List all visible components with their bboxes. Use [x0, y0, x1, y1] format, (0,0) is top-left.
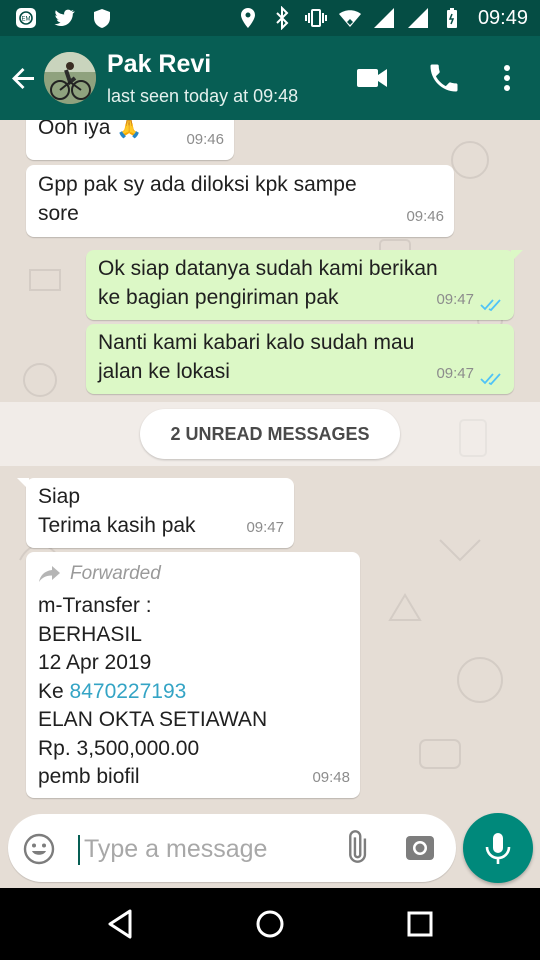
- message-line: ELAN OKTA SETIAWAN: [38, 708, 268, 731]
- nav-back-button[interactable]: [102, 906, 138, 942]
- unread-messages-badge: 2 UNREAD MESSAGES: [140, 409, 400, 459]
- message-line: Rp. 3,500,000.00: [38, 736, 200, 760]
- nav-recents-button[interactable]: [402, 906, 438, 942]
- microphone-icon: [485, 833, 511, 864]
- message-line: Ke 8470227193: [38, 678, 267, 707]
- ke-prefix: Ke: [38, 679, 70, 703]
- location-icon: [236, 6, 260, 30]
- message-time: 09:47: [246, 518, 284, 536]
- battery-icon: [440, 6, 464, 30]
- camera-icon: [406, 836, 434, 860]
- nav-home-button[interactable]: [252, 906, 288, 942]
- phone-number-link[interactable]: 8470227193: [70, 680, 187, 703]
- system-navigation-bar: [0, 888, 540, 960]
- message-time: 09:46: [186, 130, 224, 148]
- triangle-back-icon: [108, 909, 132, 939]
- incoming-message[interactable]: Siap Terima kasih pak 09:47: [17, 478, 294, 548]
- text-cursor: [78, 835, 80, 865]
- vibrate-icon: [304, 6, 328, 30]
- signal-icon: [406, 6, 430, 30]
- paperclip-icon: [349, 830, 367, 863]
- message-input[interactable]: [84, 832, 324, 866]
- forwarded-label: Forwarded: [70, 563, 161, 584]
- read-receipt-icon: [480, 373, 501, 386]
- app-badge-icon: EM: [14, 6, 38, 30]
- status-time: 09:49: [477, 6, 528, 29]
- message-text: Nanti kami kabari kalo sudah mau jalan k…: [98, 331, 415, 383]
- forwarded-indicator: Forwarded: [38, 560, 161, 589]
- voice-message-button[interactable]: [463, 813, 533, 883]
- compose-bar: [0, 810, 540, 888]
- bubble-tail: [511, 250, 523, 262]
- shield-icon: [90, 6, 114, 30]
- attach-button[interactable]: [338, 830, 374, 866]
- incoming-message[interactable]: Gpp pak sy ada diloksi kpk sampe sore 09…: [26, 165, 454, 237]
- emoji-button[interactable]: [22, 832, 56, 866]
- svg-text:EM: EM: [22, 17, 31, 23]
- message-text: Ok siap datanya sudah kami berikan ke ba…: [98, 257, 438, 309]
- forwarded-body: m-Transfer : BERHASIL 12 Apr 2019 Ke 847…: [38, 592, 267, 792]
- message-line: 12 Apr 2019: [38, 651, 152, 674]
- back-button[interactable]: [8, 62, 40, 94]
- square-recents-icon: [407, 911, 433, 937]
- bubble-tail: [17, 478, 29, 490]
- message-line: BERHASIL: [38, 622, 142, 646]
- message-time: 09:46: [406, 207, 444, 225]
- message-time: 09:48: [312, 768, 350, 786]
- camera-button[interactable]: [404, 832, 436, 864]
- status-bar: EM 09:49: [0, 0, 540, 36]
- outgoing-message[interactable]: Nanti kami kabari kalo sudah mau jalan k…: [86, 324, 514, 394]
- voice-call-button[interactable]: [426, 60, 462, 96]
- message-line: pemb biofil: [38, 765, 140, 788]
- read-receipt-icon: [480, 299, 501, 312]
- message-input-box[interactable]: [8, 814, 456, 882]
- video-call-button[interactable]: [354, 60, 390, 96]
- outgoing-message[interactable]: Ok siap datanya sudah kami berikan ke ba…: [86, 250, 523, 320]
- message-text: Siap Terima kasih pak: [38, 485, 196, 537]
- circle-home-icon: [256, 910, 284, 938]
- message-list[interactable]: Ooh iya 🙏 09:46 Gpp pak sy ada diloksi k…: [0, 120, 540, 810]
- chat-header: Pak Revi last seen today at 09:48: [0, 36, 540, 120]
- smiley-icon: [23, 833, 55, 865]
- message-line: m-Transfer :: [38, 594, 152, 617]
- forwarded-message[interactable]: Forwarded m-Transfer : BERHASIL 12 Apr 2…: [26, 552, 360, 798]
- message-text: Ooh iya 🙏: [38, 120, 143, 139]
- message-time: 09:47: [436, 364, 474, 382]
- avatar[interactable]: [44, 52, 96, 104]
- last-seen-status: last seen today at 09:48: [107, 86, 299, 106]
- bluetooth-icon: [270, 5, 294, 31]
- forward-arrow-icon: [39, 566, 60, 583]
- more-options-button[interactable]: [492, 60, 522, 96]
- incoming-message[interactable]: Ooh iya 🙏 09:46: [26, 120, 234, 160]
- message-time: 09:47: [436, 290, 474, 308]
- wifi-icon: [338, 6, 362, 30]
- signal-icon: [372, 6, 396, 30]
- contact-name[interactable]: Pak Revi: [107, 50, 211, 79]
- twitter-icon: [52, 6, 76, 30]
- message-text: Gpp pak sy ada diloksi kpk sampe sore: [38, 173, 357, 225]
